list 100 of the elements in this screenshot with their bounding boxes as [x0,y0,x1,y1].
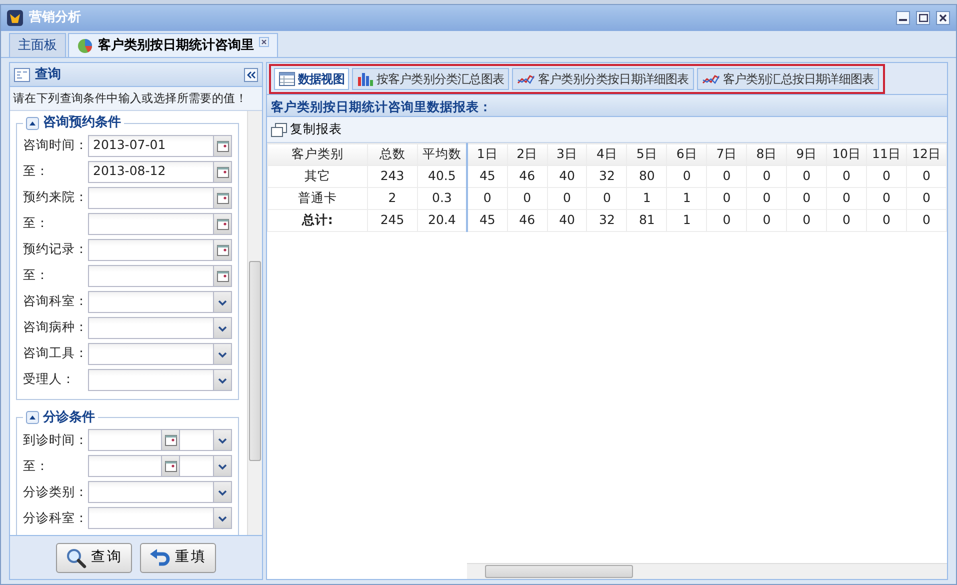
close-icon [939,14,947,22]
table-cell: 0 [706,166,747,188]
column-header[interactable]: 9日 [786,144,827,166]
field-label: 咨询时间： [23,136,88,154]
table-cell: 0 [866,210,906,232]
calendar-icon [216,164,230,179]
date-field[interactable]: 2013-08-12 [88,160,232,183]
date-field[interactable] [88,429,180,452]
column-header[interactable]: 12日 [906,144,946,166]
date-field[interactable] [88,238,232,261]
field-label: 至： [23,214,50,232]
field-label: 分诊科室： [23,509,88,528]
table-cell: 32 [586,210,627,232]
time-dropdown-field[interactable] [180,429,232,452]
calendar-icon [164,459,178,474]
line-chart-icon [517,73,536,85]
fieldset-title: 分诊条件 [43,410,95,426]
hint-text: 请在下列查询条件中输入或选择所需要的值！ [10,87,262,112]
table-cell: 20.4 [417,210,468,232]
table-cell: 0 [586,188,627,210]
table-cell: 0 [866,188,906,210]
table-cell: 0 [906,188,946,210]
date-field[interactable]: 2013-07-01 [88,134,232,157]
column-header[interactable]: 7日 [706,144,747,166]
date-field[interactable] [88,212,232,235]
copy-report-button[interactable]: 复制报表 [271,120,342,139]
column-header[interactable]: 2日 [507,144,548,166]
column-header[interactable]: 5日 [626,144,667,166]
table-cell: 0 [906,166,946,188]
report-title: 客户类别按日期统计咨询里数据报表： [267,95,947,117]
bar-chart-icon [357,72,374,86]
table-cell: 0 [786,188,827,210]
table-cell: 1 [666,210,707,232]
collapse-toggle-icon[interactable] [26,116,39,130]
column-header[interactable]: 8日 [746,144,787,166]
collapse-toggle-icon[interactable] [26,411,39,424]
dropdown-field[interactable] [88,316,232,339]
maximize-button[interactable] [916,11,930,25]
table-cell: 0 [547,188,587,210]
field-label: 受理人： [23,370,76,388]
table-cell: 46 [507,210,548,232]
form-icon [14,68,30,82]
field-value: 2013-08-12 [93,162,166,180]
column-header[interactable]: 10日 [826,144,866,166]
minimize-button[interactable] [896,11,910,25]
table-cell: 2 [367,188,418,210]
window-tab[interactable]: 客户类别按日期统计咨询里 [68,33,278,57]
column-header[interactable]: 3日 [547,144,587,166]
time-dropdown-field[interactable] [180,455,232,478]
window-tab[interactable]: 主面板 [9,33,66,57]
column-header[interactable]: 1日 [467,144,508,166]
table-icon [279,72,295,86]
field-label: 咨询科室： [23,292,88,310]
table-cell: 81 [626,210,667,232]
report-tab[interactable]: 客户类别分类按日期详细图表 [512,68,694,90]
column-header[interactable]: 总数 [367,144,418,166]
table-cell: 0 [746,166,787,188]
column-header[interactable]: 4日 [586,144,627,166]
table-cell: 其它 [268,166,368,188]
field-label: 至： [23,457,50,476]
dropdown-field[interactable] [88,507,232,530]
report-tab[interactable]: 数据视图 [274,68,350,90]
date-field[interactable] [88,264,232,287]
table-cell: 46 [507,166,548,188]
field-label: 至： [23,162,50,180]
report-tab[interactable]: 客户类别汇总按日期详细图表 [696,68,879,90]
table-cell: 40 [547,210,587,232]
table-cell: 0 [826,188,866,210]
table-cell: 0 [746,210,787,232]
table-cell: 普通卡 [268,188,368,210]
field-label: 咨询病种： [23,318,88,336]
dropdown-field[interactable] [88,481,232,504]
table-cell: 0 [786,210,827,232]
date-field[interactable] [88,186,232,209]
column-header[interactable]: 6日 [666,144,707,166]
field-label: 分诊类别： [23,483,88,502]
calendar-icon [216,268,230,283]
table-cell: 0 [866,166,906,188]
horizontal-scrollbar[interactable] [467,563,947,579]
search-icon [65,546,87,568]
double-chevron-left-icon [246,70,256,78]
date-field[interactable] [88,455,180,478]
table-cell: 40 [547,166,587,188]
reset-button[interactable]: 重填 [140,542,216,572]
column-header[interactable]: 客户类别 [268,144,368,166]
close-button[interactable] [936,11,950,25]
dropdown-field[interactable] [88,290,232,313]
field-label: 预约记录： [23,240,88,258]
table-cell: 0 [746,188,787,210]
table-cell: 总计: [268,210,368,232]
tab-close-icon[interactable] [259,37,269,47]
column-header[interactable]: 11日 [866,144,906,166]
column-header[interactable]: 平均数 [417,144,468,166]
dropdown-field[interactable] [88,342,232,365]
calendar-icon [216,242,230,257]
search-button[interactable]: 查询 [56,542,132,572]
collapse-button[interactable] [244,68,258,82]
dropdown-field[interactable] [88,368,232,391]
report-tab[interactable]: 按客户类别分类汇总图表 [352,68,510,90]
vertical-scrollbar[interactable] [247,111,262,535]
